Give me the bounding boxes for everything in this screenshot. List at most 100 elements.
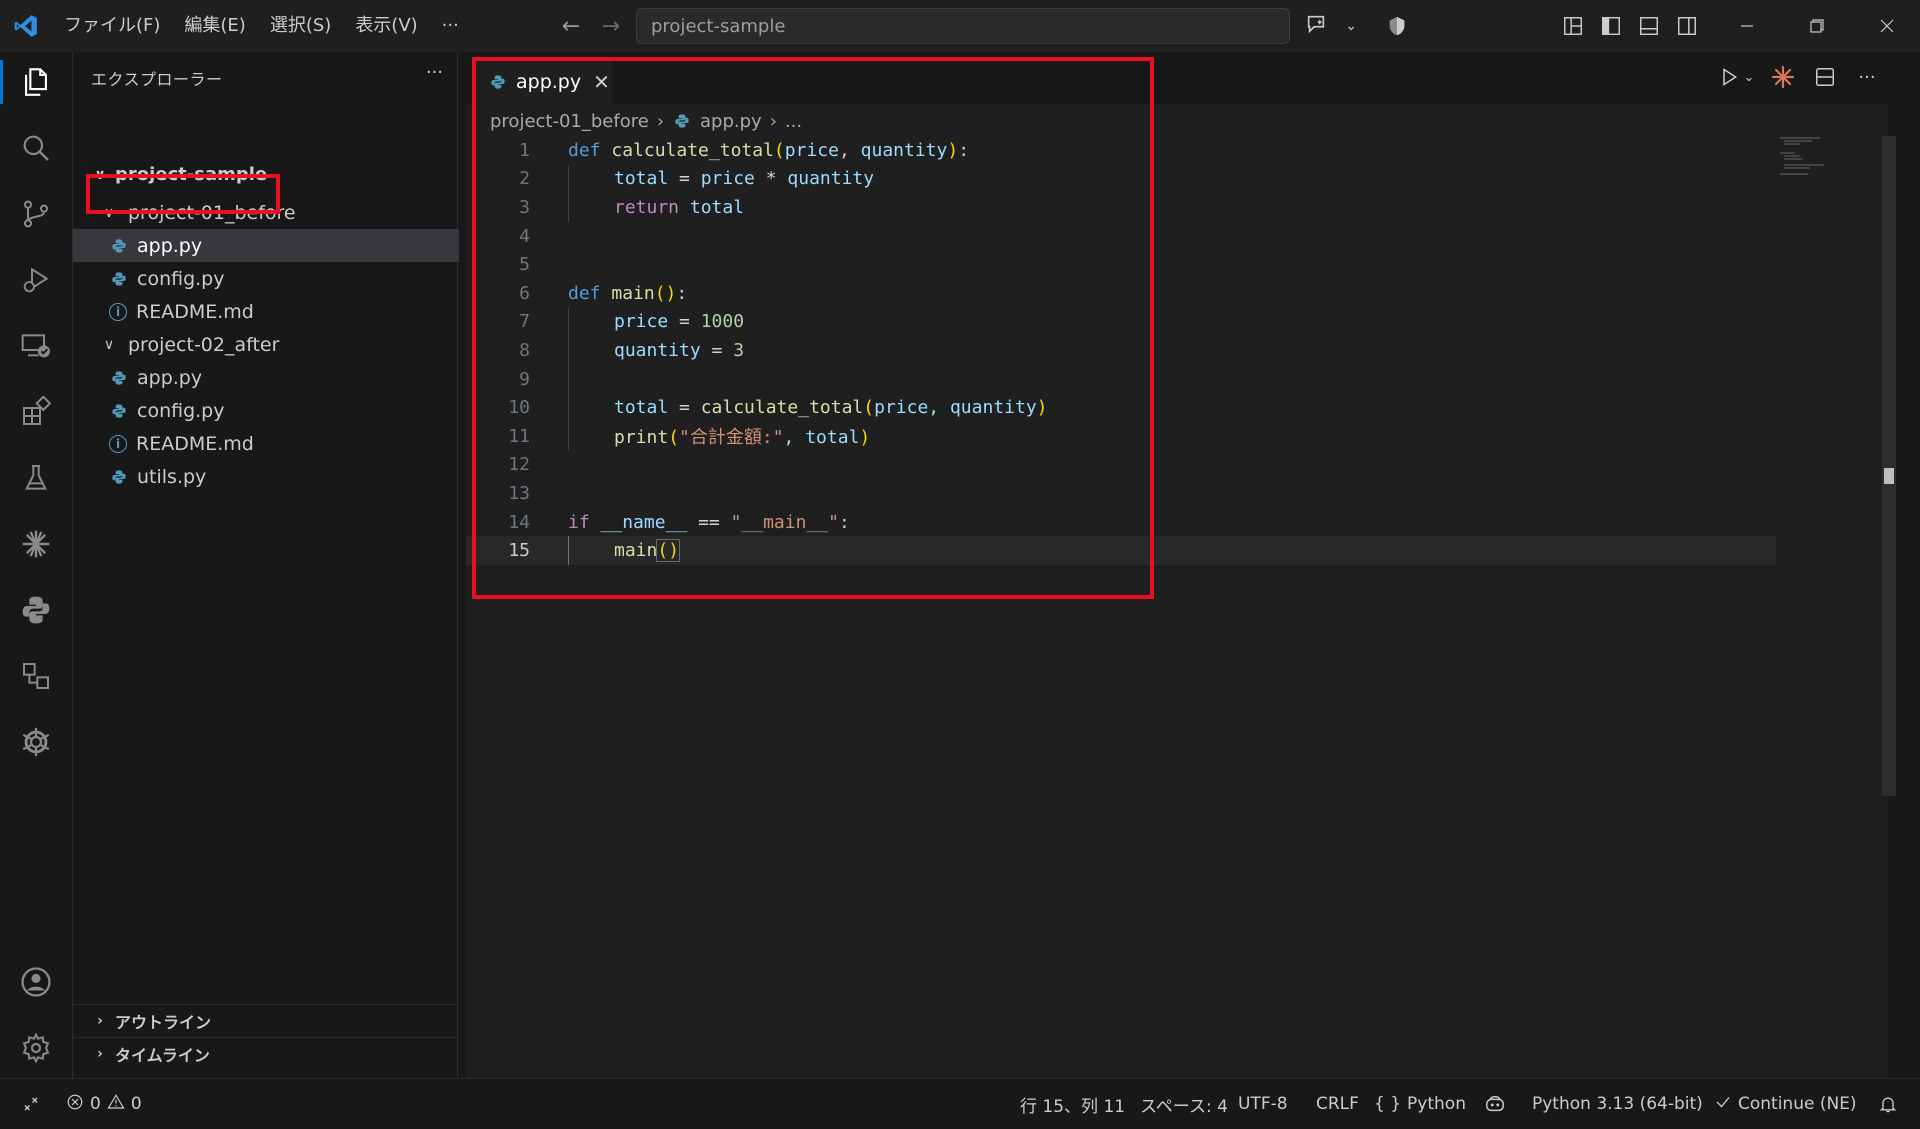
line-number: 11: [508, 425, 530, 447]
python-interpreter[interactable]: Python 3.13 (64-bit): [1532, 1079, 1703, 1129]
ai-sparkle-icon[interactable]: [0, 514, 72, 574]
back-arrow-icon[interactable]: ←: [558, 10, 584, 42]
line-number: 13: [508, 482, 530, 504]
encoding[interactable]: UTF-8: [1238, 1079, 1288, 1129]
code-line[interactable]: 5: [466, 250, 1776, 279]
tree-file-utils-py[interactable]: utils.py: [73, 460, 459, 493]
indent-guide: [568, 193, 569, 222]
copilot-shield-icon[interactable]: [1378, 0, 1416, 52]
code-line[interactable]: 3 return total: [466, 193, 1776, 222]
minimap[interactable]: [1778, 136, 1838, 196]
extensions-icon[interactable]: [0, 382, 72, 442]
command-center-search[interactable]: project-sample: [636, 8, 1290, 44]
code-line[interactable]: 11 print("合計金額:", total): [466, 421, 1776, 451]
line-number: 9: [519, 368, 530, 390]
close-icon[interactable]: ✕: [593, 70, 610, 94]
tree-folder-project-01[interactable]: ∨ project-01_before: [73, 196, 459, 229]
folder-label: project-02_after: [128, 333, 280, 356]
tree-file-app-py[interactable]: app.py: [73, 229, 459, 262]
cursor-position[interactable]: 行 15、列 11: [1020, 1079, 1125, 1129]
forward-arrow-icon[interactable]: →: [598, 10, 624, 42]
copilot-status-icon[interactable]: [1484, 1079, 1506, 1129]
tree-file-config-py[interactable]: config.py: [73, 262, 459, 295]
file-label: README.md: [136, 300, 254, 323]
tree-file-config-py[interactable]: config.py: [73, 394, 459, 427]
python-icon[interactable]: [0, 580, 72, 640]
toggle-panel-icon[interactable]: [1630, 0, 1668, 52]
remote-indicator-icon[interactable]: [22, 1079, 40, 1129]
testing-flask-icon[interactable]: [0, 448, 72, 508]
notifications-bell-icon[interactable]: [1878, 1079, 1898, 1129]
menu-view[interactable]: 表示(V): [343, 0, 429, 52]
manage-gear-icon[interactable]: [0, 1018, 72, 1078]
timeline-label: タイムライン: [115, 1046, 210, 1065]
breadcrumb-file[interactable]: app.py: [700, 111, 762, 132]
minimize-icon[interactable]: [1712, 0, 1782, 52]
vertical-scrollbar[interactable]: [1882, 136, 1896, 796]
warning-count: 0: [130, 1094, 142, 1114]
run-debug-icon[interactable]: [0, 250, 72, 310]
outline-section[interactable]: › アウトライン: [73, 1004, 459, 1037]
code-editor[interactable]: 1 def calculate_total(price, quantity): …: [466, 136, 1776, 565]
code-line[interactable]: 9: [466, 364, 1776, 394]
continue-status[interactable]: Continue (NE): [1714, 1079, 1857, 1129]
tree-root-folder[interactable]: ∨ project-sample: [73, 158, 459, 191]
tree-file-readme[interactable]: i README.md: [73, 295, 459, 328]
python-file-icon: [109, 269, 129, 289]
problems-indicator[interactable]: 0 0: [66, 1079, 142, 1129]
explorer-more-actions[interactable]: ···: [426, 62, 443, 83]
language-mode[interactable]: { } Python: [1374, 1079, 1466, 1129]
error-count: 0: [90, 1094, 101, 1114]
source-control-icon[interactable]: [0, 184, 72, 244]
code-line[interactable]: 6 def main():: [466, 279, 1776, 308]
code-line[interactable]: 7 price = 1000: [466, 307, 1776, 337]
explorer-icon[interactable]: [0, 52, 72, 112]
tree-folder-project-02[interactable]: ∨ project-02_after: [73, 328, 459, 361]
menu-selection[interactable]: 選択(S): [258, 0, 343, 52]
code-line[interactable]: 10 total = calculate_total(price, quanti…: [466, 393, 1776, 422]
menu-bar: ファイル(F) 編集(E) 選択(S) 表示(V) ···: [52, 0, 471, 52]
customize-layout-icon[interactable]: [1554, 0, 1592, 52]
toggle-primary-sidebar-icon[interactable]: [1592, 0, 1630, 52]
info-file-icon: i: [109, 302, 127, 321]
file-label: app.py: [137, 366, 203, 389]
run-icon[interactable]: [1714, 60, 1744, 94]
restore-icon[interactable]: [1782, 0, 1852, 52]
close-window-icon[interactable]: [1852, 0, 1920, 52]
code-line[interactable]: 4: [466, 222, 1776, 251]
chat-button[interactable]: ⌄: [1296, 8, 1366, 44]
menu-more[interactable]: ···: [430, 0, 471, 52]
openai-icon[interactable]: [0, 712, 72, 772]
chevron-down-icon[interactable]: ⌄: [1742, 60, 1756, 94]
search-icon[interactable]: [0, 118, 72, 178]
code-line[interactable]: 8 quantity = 3: [466, 336, 1776, 365]
toggle-secondary-sidebar-icon[interactable]: [1668, 0, 1706, 52]
claude-spark-icon[interactable]: [1768, 60, 1798, 94]
breadcrumb-folder[interactable]: project-01_before: [490, 111, 649, 132]
menu-file[interactable]: ファイル(F): [52, 0, 172, 52]
accounts-icon[interactable]: [0, 952, 72, 1012]
remote-explorer-icon[interactable]: [0, 316, 72, 376]
tab-app-py[interactable]: app.py ✕: [476, 58, 612, 104]
breadcrumb-symbol[interactable]: ...: [785, 111, 802, 132]
project-manager-icon[interactable]: [0, 646, 72, 706]
split-editor-icon[interactable]: [1810, 60, 1840, 94]
python-file-icon: [109, 368, 129, 388]
menu-edit[interactable]: 編集(E): [172, 0, 257, 52]
code-line[interactable]: 2 total = price * quantity: [466, 164, 1776, 194]
timeline-section[interactable]: › タイムライン: [73, 1037, 459, 1070]
file-label: app.py: [137, 234, 203, 257]
line-ending[interactable]: CRLF: [1316, 1079, 1359, 1129]
code-line[interactable]: 1 def calculate_total(price, quantity):: [466, 136, 1776, 165]
more-actions-icon[interactable]: ···: [1852, 60, 1882, 94]
breadcrumb: project-01_before › app.py › ...: [490, 106, 802, 136]
code-line[interactable]: 12: [466, 451, 1776, 480]
line-number: 4: [519, 225, 530, 247]
title-bar: ファイル(F) 編集(E) 選択(S) 表示(V) ··· ← → projec…: [0, 0, 1920, 52]
tree-file-app-py[interactable]: app.py: [73, 361, 459, 394]
indentation[interactable]: スペース: 4: [1140, 1079, 1228, 1129]
code-line[interactable]: 14 if __name__ == "__main__":: [466, 508, 1776, 537]
code-line[interactable]: 13: [466, 479, 1776, 508]
tree-file-readme[interactable]: i README.md: [73, 427, 459, 460]
code-line-current[interactable]: 15 main(): [466, 536, 1776, 565]
